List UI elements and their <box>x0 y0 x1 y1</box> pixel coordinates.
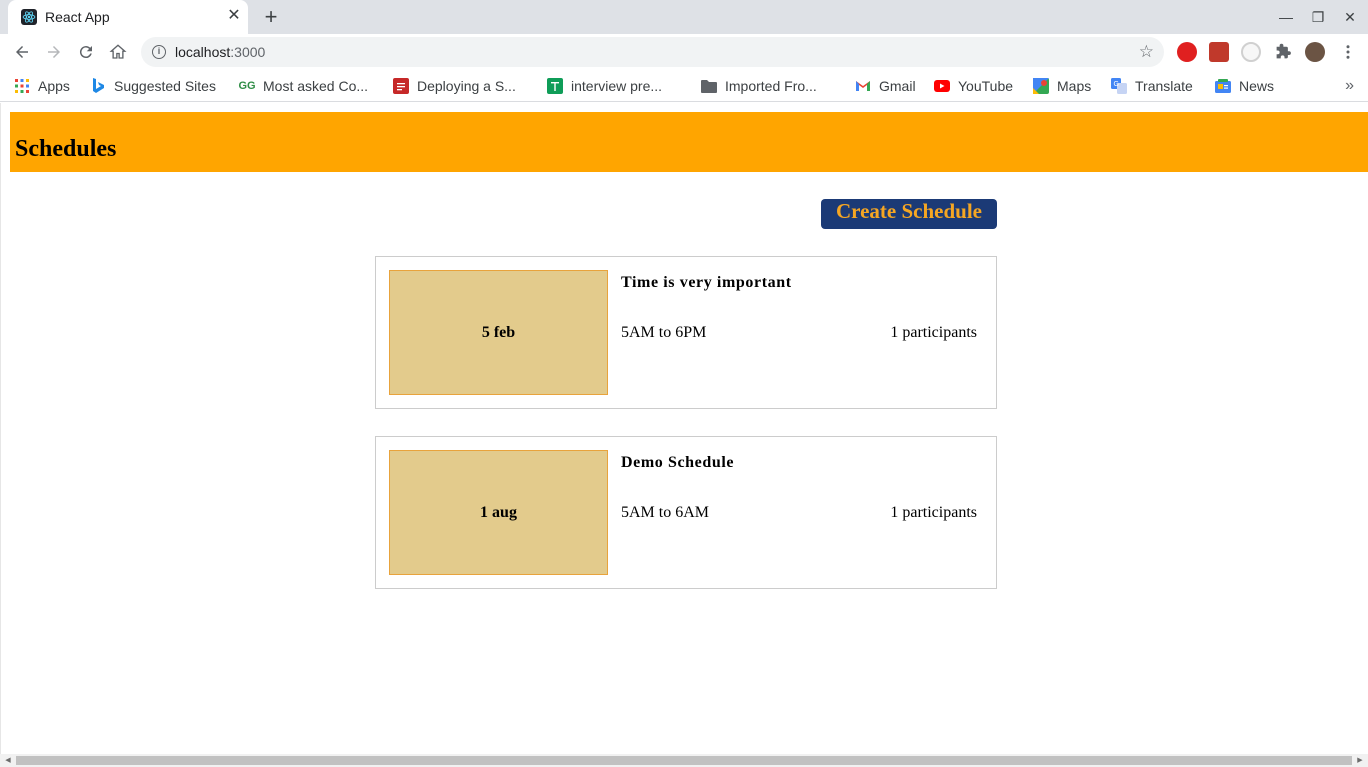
bookmark-star-icon[interactable]: ☆ <box>1139 42 1154 62</box>
home-icon[interactable] <box>108 42 128 62</box>
schedule-participants: 1 participants <box>890 324 977 341</box>
sheets-icon <box>547 78 563 94</box>
bookmark-deploying[interactable]: Deploying a S... <box>393 77 516 95</box>
red-extension-icon[interactable] <box>1209 42 1229 62</box>
schedule-card[interactable]: 1 aug Demo Schedule 5AM to 6AM 1 partici… <box>375 436 997 589</box>
page-title: Schedules <box>15 136 117 162</box>
maps-icon <box>1033 78 1049 94</box>
new-tab-icon[interactable]: + <box>261 6 281 28</box>
profile-avatar[interactable] <box>1305 42 1325 62</box>
app-header: Schedules <box>10 112 1368 172</box>
schedule-participants: 1 participants <box>890 504 977 521</box>
menu-kebab-icon[interactable] <box>1338 42 1358 62</box>
url-port: :3000 <box>230 44 266 60</box>
bookmark-label: Suggested Sites <box>114 78 216 94</box>
red-bookmark-icon <box>393 78 409 94</box>
close-tab-icon[interactable]: ✕ <box>226 8 242 24</box>
schedule-time: 5AM to 6AM <box>621 504 710 521</box>
scroll-left-icon[interactable]: ◀ <box>3 756 13 765</box>
url-host: localhost <box>175 44 231 60</box>
bookmark-suggested-sites[interactable]: Suggested Sites <box>90 77 216 95</box>
circle-extension-icon[interactable] <box>1241 42 1261 62</box>
more-bookmarks-icon[interactable]: » <box>1345 77 1354 95</box>
geeksforgeeks-icon: GG <box>238 80 256 92</box>
tab-title: React App <box>45 9 110 25</box>
svg-text:G: G <box>1114 81 1119 88</box>
browser-toolbar: i localhost:3000 ☆ <box>0 34 1368 70</box>
bookmark-apps[interactable]: Apps <box>14 77 70 95</box>
scrollbar-thumb[interactable] <box>16 756 1352 765</box>
browser-tab[interactable]: React App ✕ <box>8 0 248 34</box>
close-window-icon[interactable]: ✕ <box>1341 8 1359 26</box>
forward-icon[interactable] <box>44 42 64 62</box>
news-icon <box>1215 78 1231 94</box>
bookmark-label: Deploying a S... <box>417 78 516 94</box>
bookmarks-bar: Apps Suggested Sites GG Most asked Co...… <box>0 70 1368 102</box>
address-bar[interactable]: i localhost:3000 ☆ <box>141 37 1164 67</box>
bookmark-label: Gmail <box>879 78 916 94</box>
site-info-icon[interactable]: i <box>152 45 166 59</box>
bookmark-label: News <box>1239 78 1275 94</box>
bookmark-label: interview pre... <box>571 78 663 94</box>
apps-grid-icon <box>14 78 30 94</box>
folder-icon <box>701 78 717 94</box>
bookmark-label: Most asked Co... <box>263 78 369 94</box>
scroll-right-icon[interactable]: ▶ <box>1355 756 1365 765</box>
gmail-icon <box>855 78 871 94</box>
schedule-title: Time is very important <box>621 274 792 291</box>
extensions-puzzle-icon[interactable] <box>1273 42 1293 62</box>
page-viewport: Schedules Create Schedule 5 feb Time is … <box>0 103 1368 754</box>
translate-icon: G <box>1111 78 1127 94</box>
bookmark-label: Maps <box>1057 78 1092 94</box>
bookmark-label: Translate <box>1135 78 1193 94</box>
horizontal-scrollbar[interactable]: ◀ ▶ <box>0 754 1368 767</box>
bookmark-news[interactable]: News <box>1215 77 1274 95</box>
minimize-icon[interactable]: — <box>1277 8 1295 26</box>
schedule-title: Demo Schedule <box>621 454 735 471</box>
schedule-card[interactable]: 5 feb Time is very important 5AM to 6PM … <box>375 256 997 409</box>
reload-icon[interactable] <box>76 42 96 62</box>
bookmark-imported[interactable]: Imported Fro... <box>701 77 817 95</box>
schedule-time: 5AM to 6PM <box>621 324 707 341</box>
adblock-extension-icon[interactable] <box>1177 42 1197 62</box>
bookmark-interview-prep[interactable]: interview pre... <box>547 77 662 95</box>
youtube-icon <box>934 78 950 94</box>
bookmark-label: YouTube <box>958 78 1014 94</box>
bookmark-most-asked[interactable]: GG Most asked Co... <box>238 77 369 95</box>
tab-strip: React App ✕ + — ❐ ✕ <box>0 0 1368 34</box>
bookmark-label: Apps <box>38 78 70 94</box>
react-logo-icon <box>21 9 37 25</box>
bookmark-maps[interactable]: Maps <box>1033 77 1091 95</box>
bookmark-youtube[interactable]: YouTube <box>934 77 1013 95</box>
bookmark-translate[interactable]: G Translate <box>1111 77 1193 95</box>
bookmark-label: Imported Fro... <box>725 78 817 94</box>
schedule-date: 5 feb <box>389 270 608 395</box>
url-text: localhost:3000 <box>175 44 265 60</box>
create-schedule-button[interactable]: Create Schedule <box>821 199 997 229</box>
schedule-date: 1 aug <box>389 450 608 575</box>
bing-icon <box>90 78 106 94</box>
bookmark-gmail[interactable]: Gmail <box>855 77 916 95</box>
restore-icon[interactable]: ❐ <box>1309 8 1327 26</box>
back-icon[interactable] <box>12 42 32 62</box>
